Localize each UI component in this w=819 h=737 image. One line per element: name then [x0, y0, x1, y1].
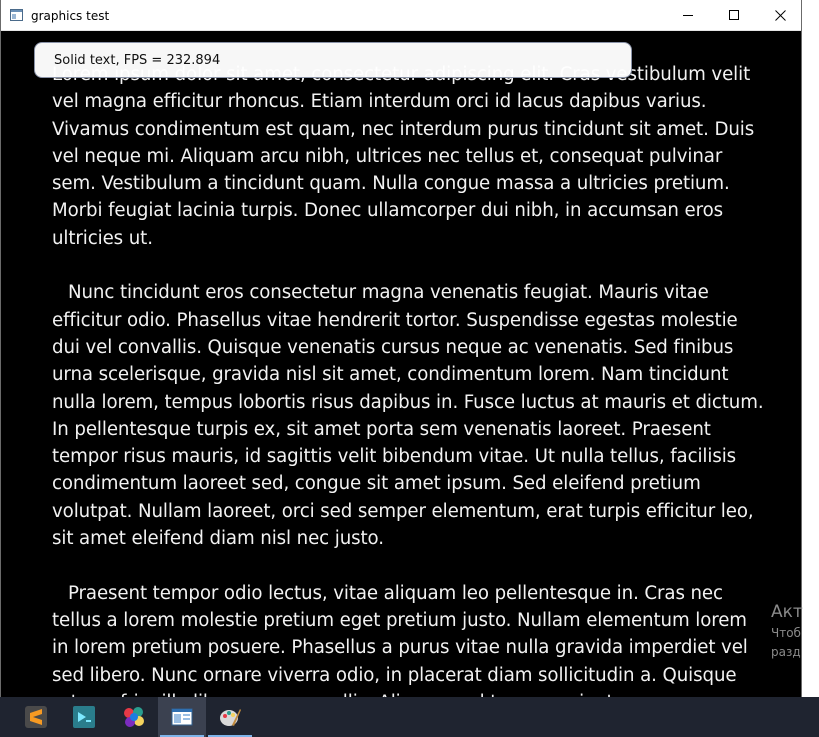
lorem-text-block: Lorem ipsum dolor sit amet, consectetur …	[52, 61, 767, 697]
paint-brush-app-icon	[220, 709, 241, 726]
taskbar-item-terminal[interactable]	[60, 697, 108, 737]
app-window-icon	[10, 9, 23, 21]
paragraph-1: Lorem ipsum dolor sit amet, consectetur …	[52, 64, 755, 249]
windows-activation-watermark: Акт Чтоб разд	[771, 600, 819, 662]
paint-palette-app-icon	[124, 707, 144, 727]
taskbar-item-paint[interactable]	[206, 697, 254, 737]
watermark-line-2: Чтоб	[771, 626, 801, 640]
render-canvas[interactable]: Lorem ipsum dolor sit amet, consectetur …	[1, 31, 801, 697]
graphics-test-window-icon	[171, 708, 193, 726]
desktop-background	[802, 0, 819, 697]
watermark-line-3: разд	[771, 645, 801, 659]
taskbar-item-sublime[interactable]	[12, 697, 60, 737]
close-icon	[775, 10, 786, 21]
paragraph-3: Praesent tempor odio lectus, vitae aliqu…	[52, 582, 748, 697]
fps-label: Solid text, FPS = 232.894	[54, 53, 221, 68]
paragraph-2: Nunc tincidunt eros consectetur magna ve…	[52, 282, 764, 550]
terminal-app-icon	[73, 706, 95, 728]
minimize-button[interactable]	[665, 0, 711, 31]
app-window: graphics test Lorem ipsum dolor sit amet…	[0, 0, 802, 697]
fps-overlay: Solid text, FPS = 232.894	[34, 42, 632, 78]
window-title: graphics test	[31, 9, 110, 23]
close-button[interactable]	[757, 0, 801, 31]
maximize-icon	[729, 10, 739, 20]
minimize-icon	[683, 15, 693, 16]
taskbar	[0, 697, 819, 737]
watermark-line-1: Акт	[771, 602, 803, 622]
taskbar-item-graphics-test[interactable]	[158, 697, 206, 737]
maximize-button[interactable]	[711, 0, 757, 31]
taskbar-item-palette[interactable]	[110, 697, 158, 737]
title-bar[interactable]: graphics test	[1, 0, 801, 31]
sublime-text-icon	[25, 706, 47, 728]
